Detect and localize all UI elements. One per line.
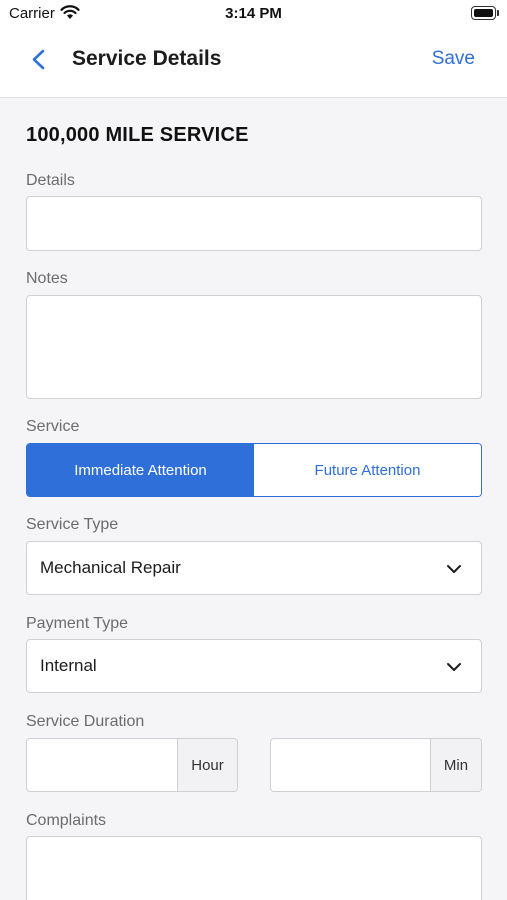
- service-type-value: Mechanical Repair: [40, 558, 181, 577]
- page-title: Service Details: [72, 47, 222, 70]
- service-label: Service: [26, 418, 80, 435]
- service-duration-label: Service Duration: [26, 713, 145, 730]
- notes-field[interactable]: [26, 295, 482, 399]
- status-bar: Carrier 3:14 PM: [0, 0, 507, 28]
- back-button[interactable]: [24, 44, 56, 76]
- chevron-down-icon: [447, 663, 461, 671]
- chevron-left-icon: [32, 49, 45, 70]
- details-label: Details: [26, 172, 75, 189]
- duration-hour-group: Hour: [26, 738, 238, 792]
- service-type-label: Service Type: [26, 516, 119, 533]
- duration-min-group: Min: [270, 738, 482, 792]
- hour-unit-label: Hour: [177, 739, 237, 791]
- duration-hour-input[interactable]: [27, 739, 179, 791]
- immediate-attention-segment[interactable]: Immediate Attention: [27, 444, 254, 496]
- chevron-down-icon: [447, 565, 461, 573]
- payment-type-dropdown[interactable]: Internal: [26, 639, 482, 693]
- status-time: 3:14 PM: [225, 5, 282, 22]
- details-field[interactable]: [26, 196, 482, 251]
- complaints-label: Complaints: [26, 812, 107, 829]
- notes-label: Notes: [26, 270, 68, 287]
- service-heading: 100,000 MILE SERVICE: [26, 124, 249, 146]
- service-details-form: 100,000 MILE SERVICE Details Notes Servi…: [0, 99, 507, 900]
- duration-min-input[interactable]: [271, 739, 432, 791]
- service-segmented-control: Immediate Attention Future Attention: [26, 443, 482, 497]
- battery-icon: [471, 6, 499, 20]
- navigation-bar: Service Details Save: [0, 28, 507, 98]
- payment-type-label: Payment Type: [26, 615, 128, 632]
- save-button[interactable]: Save: [432, 48, 475, 70]
- future-attention-segment[interactable]: Future Attention: [254, 444, 481, 496]
- payment-type-value: Internal: [40, 656, 97, 675]
- min-unit-label: Min: [430, 739, 481, 791]
- service-type-dropdown[interactable]: Mechanical Repair: [26, 541, 482, 595]
- complaints-field[interactable]: [26, 836, 482, 900]
